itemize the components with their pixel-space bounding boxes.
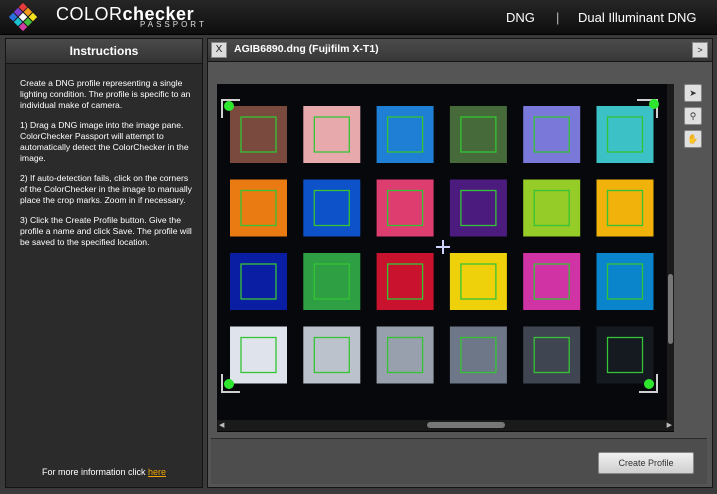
color-patch (376, 179, 434, 237)
color-patch (230, 326, 287, 384)
zoom-tool-icon[interactable]: ⚲ (684, 107, 702, 125)
horizontal-scroll-thumb[interactable] (427, 422, 505, 428)
color-patch (523, 326, 581, 384)
image-panel: X AGIB6890.dng (Fujifilm X-T1) > ◀ ▶ ➤ ⚲… (207, 38, 713, 488)
brand-subtitle: PASSPORT (140, 20, 207, 29)
mode-separator: | (556, 10, 560, 25)
image-file-title: AGIB6890.dng (Fujifilm X-T1) (234, 43, 379, 55)
create-profile-button[interactable]: Create Profile (598, 452, 694, 474)
more-info-link[interactable]: here (148, 467, 166, 477)
color-patch (596, 106, 654, 163)
color-patch (303, 253, 361, 310)
action-bar: Create Profile (211, 438, 707, 484)
instructions-step-1: 1) Drag a DNG image into the image pane.… (20, 120, 189, 163)
color-patch (376, 326, 434, 384)
scroll-left-arrow-icon[interactable]: ◀ (219, 422, 224, 429)
color-patch (449, 253, 507, 310)
color-patch (230, 106, 287, 163)
color-patch (596, 253, 654, 310)
color-patch (376, 106, 434, 163)
vertical-scrollbar[interactable] (667, 84, 674, 420)
instructions-panel: Instructions Create a DNG profile repres… (5, 38, 203, 488)
image-panel-header: X AGIB6890.dng (Fujifilm X-T1) > (208, 39, 712, 62)
image-pane[interactable] (217, 84, 674, 432)
color-patch (303, 326, 361, 384)
instructions-intro: Create a DNG profile representing a sing… (20, 78, 191, 110)
color-patch (230, 179, 287, 237)
color-patch (449, 179, 507, 237)
more-info: For more information click here (6, 467, 202, 477)
color-patch (230, 253, 287, 310)
close-image-button[interactable]: X (211, 42, 227, 58)
mode-dng-tab[interactable]: DNG (506, 10, 535, 25)
mode-dual-illuminant-tab[interactable]: Dual Illuminant DNG (578, 10, 697, 25)
color-patch (596, 326, 654, 384)
colorchecker-image[interactable] (217, 84, 674, 420)
color-patch (523, 179, 581, 237)
more-info-text: For more information click (41, 467, 148, 477)
instructions-body: Create a DNG profile representing a sing… (6, 64, 202, 248)
color-patch (523, 253, 581, 310)
colorchecker-logo-icon (9, 3, 37, 31)
instructions-step-2: 2) If auto-detection fails, click on the… (20, 173, 192, 205)
brand-text-color: COLOR (56, 4, 123, 24)
expand-panel-button[interactable]: > (692, 42, 708, 58)
instructions-step-3: 3) Click the Create Profile button. Give… (20, 215, 192, 247)
instructions-title: Instructions (6, 39, 202, 64)
color-patch (376, 253, 434, 310)
color-patch (523, 106, 581, 163)
color-patch (449, 106, 507, 163)
arrow-tool-icon[interactable]: ➤ (684, 84, 702, 102)
color-patch (449, 326, 507, 384)
title-bar: COLORchecker PASSPORT DNG | Dual Illumin… (0, 0, 717, 35)
horizontal-scrollbar[interactable]: ◀ ▶ (217, 420, 674, 431)
scroll-right-arrow-icon[interactable]: ▶ (667, 422, 672, 429)
color-patch (303, 179, 361, 237)
tool-palette: ➤ ⚲ ✋ (684, 84, 702, 153)
color-patch (303, 106, 361, 163)
color-patch (596, 179, 654, 237)
vertical-scroll-thumb[interactable] (668, 274, 673, 344)
hand-tool-icon[interactable]: ✋ (684, 130, 702, 148)
